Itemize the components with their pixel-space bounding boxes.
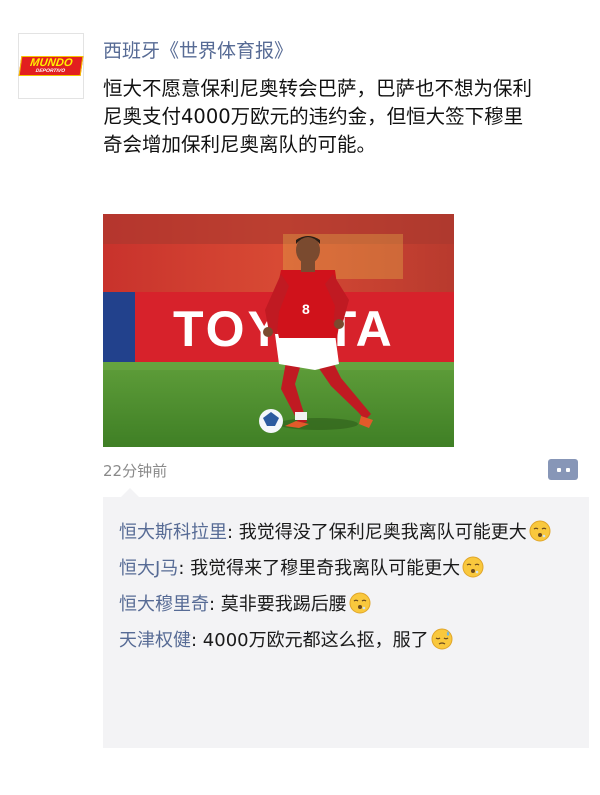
comments-panel: 恒大斯科拉里: 我觉得没了保利尼奥我离队可能更大 恒大J马: 我觉得来了穆里奇我… [103,488,589,748]
comment-item: 恒大J马: 我觉得来了穆里奇我离队可能更大 [119,551,559,587]
face-exhaling-emoji [349,592,371,614]
post-text: 恒大不愿意保利尼奥转会巴萨，巴萨也不想为保利尼奥支付4000万欧元的违约金，但恒… [103,77,533,156]
mundo-deportivo-logo: MUNDO DEPORTIVO [18,56,84,76]
comment-separator: : [227,522,239,543]
comment-author[interactable]: 恒大穆里奇 [119,594,209,615]
comment-text: 我觉得来了穆里奇我离队可能更大 [190,558,461,579]
comment-item: 恒大穆里奇: 莫非要我踢后腰 [119,587,559,623]
comment-text: 莫非要我踢后腰 [220,594,347,615]
author-avatar[interactable]: MUNDO DEPORTIVO [18,33,84,99]
comment-author[interactable]: 恒大J马 [119,558,178,579]
face-exhaling-emoji [529,520,551,542]
comment-item: 恒大斯科拉里: 我觉得没了保利尼奥我离队可能更大 [119,515,559,551]
football-player-photo: TOYOTA 8 [103,214,454,447]
comment-item: 天津权健: 4000万欧元都这么抠，服了 [119,623,559,659]
logo-sub-text: DEPORTIVO [35,68,66,74]
comment-text: 我觉得没了保利尼奥我离队可能更大 [238,522,527,543]
comment-author[interactable]: 恒大斯科拉里 [119,522,227,543]
comment-button[interactable] [548,459,578,480]
logo-main-text: MUNDO [29,57,74,69]
comment-text: 4000万欧元都这么抠，服了 [202,630,429,651]
author-name[interactable]: 西班牙《世界体育报》 [103,36,293,63]
face-exhaling-emoji [462,556,484,578]
comment-separator: : [209,594,221,615]
comment-dots-icon [565,467,570,472]
comment-separator: : [191,630,203,651]
shirt-number: 8 [302,301,310,317]
sweat-face-emoji [431,628,453,650]
comment-dots-icon [556,467,561,472]
comment-separator: : [178,558,191,579]
comment-author[interactable]: 天津权健 [119,630,191,651]
post-photo[interactable]: TOYOTA 8 [103,214,454,447]
post-timestamp: 22分钟前 [103,462,168,480]
